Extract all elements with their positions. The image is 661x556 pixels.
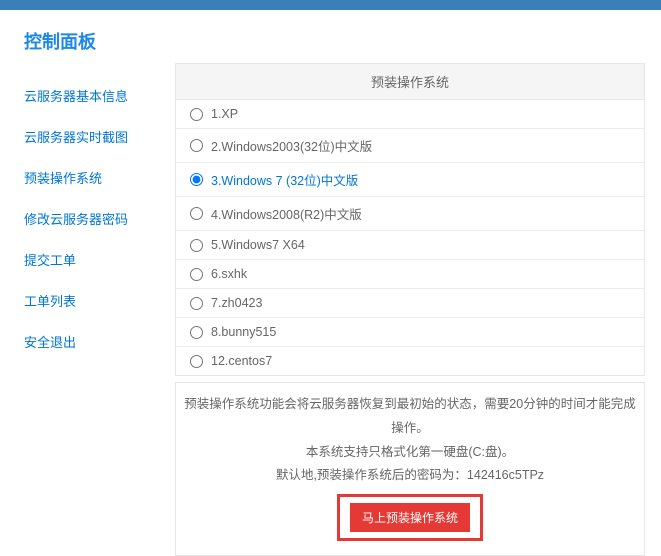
sidebar-item-label: 安全退出 [24,335,76,350]
os-option[interactable]: 8.bunny515 [176,318,644,347]
sidebar-item-logout[interactable]: 安全退出 [24,332,165,351]
main: 预装操作系统 1.XP 2.Windows2003(32位)中文版 3.Wind… [175,28,661,556]
sidebar-item-screenshot[interactable]: 云服务器实时截图 [24,127,165,146]
os-option-label: 6.sxhk [211,267,247,281]
os-option[interactable]: 1.XP [176,100,644,129]
os-panel: 预装操作系统 1.XP 2.Windows2003(32位)中文版 3.Wind… [175,63,645,376]
sidebar-item-label: 提交工单 [24,253,76,268]
os-option[interactable]: 12.centos7 [176,347,644,375]
info-line-1: 预装操作系统功能会将云服务器恢复到最初始的状态，需要20分钟的时间才能完成操作。 [184,393,636,441]
sidebar-item-label: 修改云服务器密码 [24,212,128,227]
info-box: 预装操作系统功能会将云服务器恢复到最初始的状态，需要20分钟的时间才能完成操作。… [175,382,645,556]
os-option-label: 4.Windows2008(R2)中文版 [211,204,362,223]
os-option-label: 12.centos7 [211,354,272,368]
sidebar-item-server-info[interactable]: 云服务器基本信息 [24,86,165,105]
sidebar: 控制面板 云服务器基本信息 云服务器实时截图 预装操作系统 修改云服务器密码 提… [0,28,175,556]
install-now-button[interactable]: 马上预装操作系统 [350,503,470,532]
sidebar-item-change-password[interactable]: 修改云服务器密码 [24,209,165,228]
os-radio[interactable] [190,239,203,252]
os-options: 1.XP 2.Windows2003(32位)中文版 3.Windows 7 (… [176,100,644,375]
os-radio[interactable] [190,173,203,186]
os-radio[interactable] [190,268,203,281]
os-option[interactable]: 4.Windows2008(R2)中文版 [176,197,644,231]
os-option-label: 8.bunny515 [211,325,276,339]
sidebar-item-preinstall[interactable]: 预装操作系统 [24,168,165,187]
os-option[interactable]: 6.sxhk [176,260,644,289]
os-radio[interactable] [190,108,203,121]
sidebar-item-label: 预装操作系统 [24,171,102,186]
topbar [0,0,661,10]
sidebar-title: 控制面板 [24,28,165,54]
sidebar-item-label: 工单列表 [24,294,76,309]
container: 控制面板 云服务器基本信息 云服务器实时截图 预装操作系统 修改云服务器密码 提… [0,10,661,556]
os-option-label: 7.zh0423 [211,296,262,310]
sidebar-item-ticket-list[interactable]: 工单列表 [24,291,165,310]
os-option-label: 2.Windows2003(32位)中文版 [211,136,372,155]
os-option[interactable]: 3.Windows 7 (32位)中文版 [176,163,644,197]
os-radio[interactable] [190,326,203,339]
os-option[interactable]: 5.Windows7 X64 [176,231,644,260]
os-option[interactable]: 7.zh0423 [176,289,644,318]
sidebar-items: 云服务器基本信息 云服务器实时截图 预装操作系统 修改云服务器密码 提交工单 工… [24,86,165,351]
sidebar-item-submit-ticket[interactable]: 提交工单 [24,250,165,269]
panel-header: 预装操作系统 [176,64,644,100]
os-radio[interactable] [190,207,203,220]
os-radio[interactable] [190,139,203,152]
os-radio[interactable] [190,355,203,368]
os-option-label: 1.XP [211,107,238,121]
os-option[interactable]: 2.Windows2003(32位)中文版 [176,129,644,163]
sidebar-item-label: 云服务器基本信息 [24,89,128,104]
info-line-2: 本系统支持只格式化第一硬盘(C:盘)。 [184,441,636,465]
install-button-highlight: 马上预装操作系统 [337,494,483,541]
os-radio[interactable] [190,297,203,310]
os-option-label: 3.Windows 7 (32位)中文版 [211,170,358,189]
info-line-3: 默认地,预装操作系统后的密码为：142416c5TPz [184,464,636,488]
sidebar-item-label: 云服务器实时截图 [24,130,128,145]
os-option-label: 5.Windows7 X64 [211,238,305,252]
